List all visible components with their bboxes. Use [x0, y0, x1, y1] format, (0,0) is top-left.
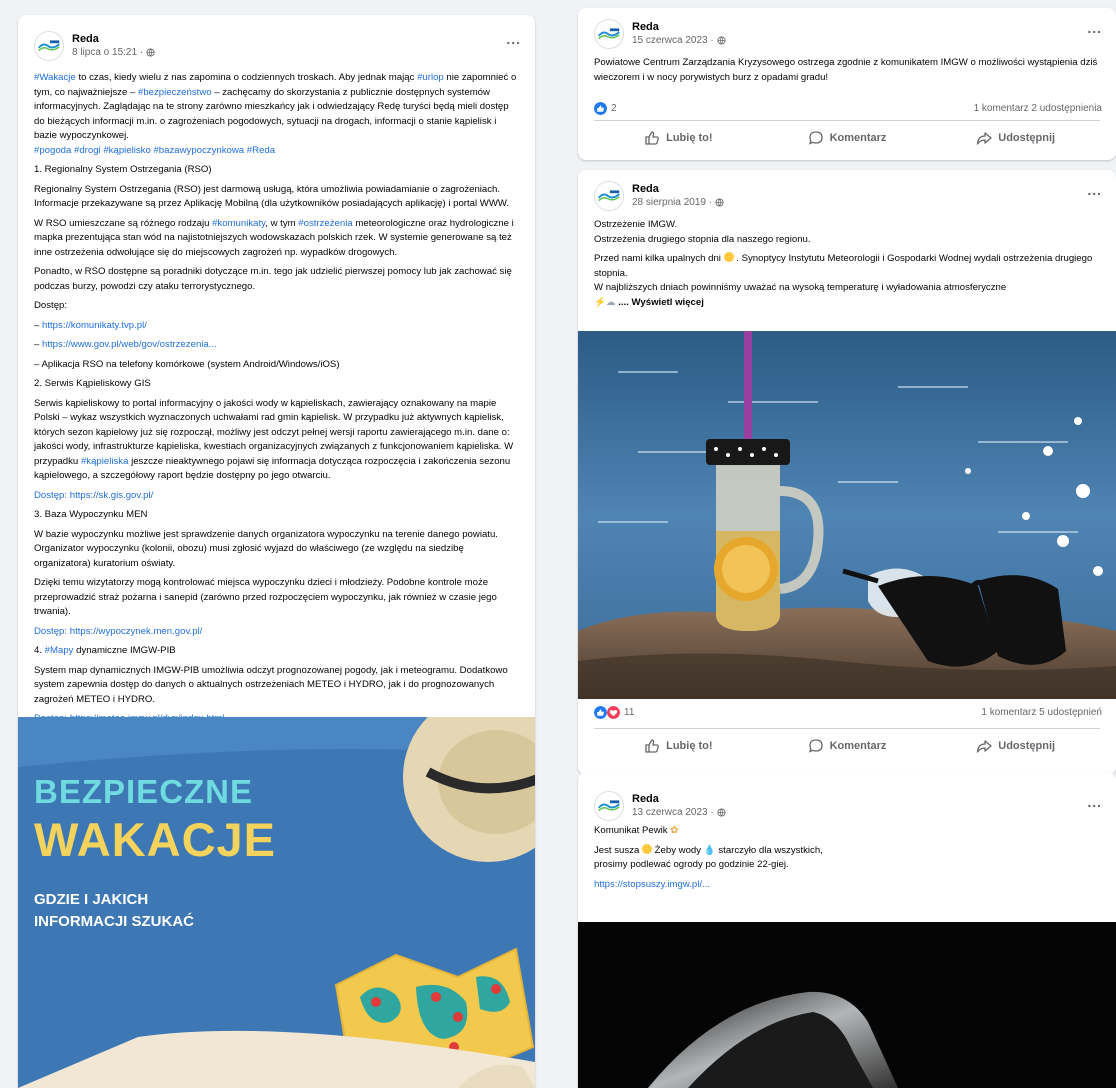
post-header: Reda 13 czerwca 2023 · ...: [578, 772, 1116, 824]
post-stats: 11 1 komentarz 5 udostępnień: [578, 700, 1116, 724]
more-options-icon[interactable]: ...: [1087, 794, 1102, 810]
hashtag-link[interactable]: #ostrzeżenia: [298, 218, 352, 229]
post-header: Reda 15 czerwca 2023 · ...: [578, 8, 1116, 52]
post-text: Powiatowe Centrum Zarządzania Kryzysoweg…: [594, 57, 1098, 83]
post-date[interactable]: 13 czerwca 2023 ·: [632, 807, 714, 819]
spray-emoji-icon: ✿: [670, 825, 679, 836]
post-date[interactable]: 28 sierpnia 2019 ·: [632, 197, 712, 209]
paragraph: W bazie wypoczynku możliwe jest sprawdze…: [34, 528, 498, 569]
post-text: Ostrzeżenie IMGW. Ostrzeżenia drugiego s…: [594, 219, 1093, 308]
more-options-icon[interactable]: ...: [1087, 182, 1102, 198]
comment-button[interactable]: Komentarz: [763, 121, 932, 154]
comments-shares-count[interactable]: 1 komentarz 2 udostępnienia: [974, 103, 1102, 114]
like-button[interactable]: Lubię to!: [594, 729, 763, 762]
more-options-icon[interactable]: ...: [506, 31, 521, 47]
banner-subtitle: GDZIE I JAKICH INFORMACJI SZUKAĆ: [34, 891, 194, 930]
paragraph: Regionalny System Ostrzegania (RSO) jest…: [34, 183, 510, 210]
section-title: 3. Baza Wypoczynku MEN: [34, 509, 148, 520]
like-button[interactable]: Lubię to!: [594, 121, 763, 154]
hashtag-link[interactable]: #Mapy: [45, 645, 74, 656]
action-bar: Lubię to! Komentarz Udostępnij: [594, 120, 1100, 154]
sun-emoji-icon: [723, 252, 734, 262]
reaction-count[interactable]: 11: [624, 707, 634, 718]
paragraph: Ponadto, w RSO dostępne są poradniki dot…: [34, 266, 512, 292]
see-more-link[interactable]: .... Wyświetl więcej: [616, 297, 704, 308]
author-name[interactable]: Reda: [632, 793, 726, 806]
access-label: Dostęp:: [34, 300, 68, 311]
banner-title-line1: BEZPIECZNE: [34, 773, 254, 810]
post-photo-water[interactable]: [578, 922, 1116, 1088]
hashtag-link[interactable]: #kąpieliska: [81, 456, 128, 467]
post-stats: 2 1 komentarz 2 udostępnienia: [578, 96, 1116, 120]
globe-icon: [717, 808, 726, 817]
cloud-emoji-icon: ☁: [605, 296, 616, 308]
author-name[interactable]: Reda: [632, 21, 726, 34]
globe-icon: [717, 36, 726, 45]
post-text: Komunikat Pewik ✿ Jest susza Żeby wody 💧…: [578, 824, 1116, 892]
comment-button[interactable]: Komentarz: [763, 729, 932, 762]
jar-photo: [578, 331, 1116, 699]
post-card-storm-warning: Reda 15 czerwca 2023 · ... Powiatowe Cen…: [578, 8, 1116, 160]
page-avatar[interactable]: [594, 181, 624, 211]
section-title: 4. #Mapy dynamiczne IMGW-PIB: [34, 645, 176, 656]
hashtag-link[interactable]: #komunikaty: [212, 218, 265, 229]
link-ostrzezenia[interactable]: https://www.gov.pl/web/gov/ostrzezenia..…: [42, 339, 217, 350]
paragraph: W RSO umieszczane są różnego rodzaju #ko…: [34, 217, 514, 258]
globe-icon: [146, 48, 155, 57]
action-bar: Lubię to! Komentarz Udostępnij: [594, 728, 1100, 762]
post-date[interactable]: 8 lipca o 15:21 ·: [72, 47, 143, 59]
more-options-icon[interactable]: ...: [1087, 20, 1102, 36]
comments-shares-count[interactable]: 1 komentarz 5 udostępnień: [981, 707, 1102, 718]
share-arrow-icon: [976, 130, 992, 146]
post-header: Reda 8 lipca o 15:21 · ...: [18, 15, 535, 65]
thumbs-up-icon: [644, 738, 660, 754]
face-emoji-icon: [642, 843, 652, 854]
thumbs-up-icon: [644, 130, 660, 146]
post-image-banner[interactable]: BEZPIECZNE WAKACJE GDZIE I JAKICH INFORM…: [18, 717, 535, 1088]
hashtag-link[interactable]: #Wakacje: [34, 72, 76, 83]
speech-bubble-icon: [808, 130, 824, 146]
lightning-emoji-icon: ⚡: [594, 296, 606, 308]
share-button[interactable]: Udostępnij: [931, 121, 1100, 154]
section-title: 2. Serwis Kąpieliskowy GIS: [34, 378, 151, 389]
post-card-heat-warning: Reda 28 sierpnia 2019 · ... Ostrzeżenie …: [578, 170, 1116, 775]
link-komunikaty[interactable]: https://komunikaty.tvp.pl/: [42, 320, 147, 331]
page-avatar[interactable]: [594, 19, 624, 49]
paragraph: – Aplikacja RSO na telefony komórkowe (s…: [34, 358, 340, 370]
link-sk-gis[interactable]: Dostęp: https://sk.gis.gov.pl/: [34, 489, 519, 504]
hashtag-link[interactable]: #urlop: [417, 72, 444, 83]
paragraph: Serwis kąpieliskowy to portal informacyj…: [34, 397, 514, 482]
paragraph: Dzięki temu wizytatorzy mogą kontrolować…: [34, 577, 497, 617]
post-date[interactable]: 15 czerwca 2023 ·: [632, 35, 714, 47]
post-photo-jar[interactable]: [578, 331, 1116, 699]
globe-icon: [715, 198, 724, 207]
share-button[interactable]: Udostępnij: [931, 729, 1100, 762]
love-reaction-icon: [607, 706, 620, 719]
author-name[interactable]: Reda: [72, 33, 155, 46]
post-card-drought: Reda 13 czerwca 2023 · ... Komunikat Pew…: [578, 772, 1116, 1088]
share-arrow-icon: [976, 738, 992, 754]
reaction-count[interactable]: 2: [611, 103, 617, 114]
hashtag-link[interactable]: #bezpieczeństwo: [138, 87, 212, 98]
page-avatar[interactable]: [594, 791, 624, 821]
water-photo: [578, 922, 1116, 1088]
post-intro: #Wakacje to czas, kiedy wielu z nas zapo…: [34, 72, 517, 156]
section-title: 1. Regionalny System Ostrzegania (RSO): [34, 164, 212, 175]
hashtag-links[interactable]: #pogoda #drogi #kąpielisko #bazawypoczyn…: [34, 145, 275, 156]
page-avatar[interactable]: [34, 31, 64, 61]
link-stopsuszy[interactable]: https://stopsuszy.imgw.pl/...: [594, 878, 1100, 893]
post-header: Reda 28 sierpnia 2019 · ...: [578, 170, 1116, 214]
droplet-emoji-icon: 💧: [703, 844, 716, 856]
link-wypoczynek[interactable]: Dostęp: https://wypoczynek.men.gov.pl/: [34, 625, 519, 640]
post-card-summer-safety: Reda 8 lipca o 15:21 · ... #Wakacje to c…: [18, 15, 535, 1088]
speech-bubble-icon: [808, 738, 824, 754]
banner-title-line2: WAKACJE: [34, 813, 277, 866]
post-body: #Wakacje to czas, kiedy wielu z nas zapo…: [18, 65, 535, 727]
like-reaction-icon: [594, 102, 607, 115]
author-name[interactable]: Reda: [632, 183, 724, 196]
like-reaction-icon: [594, 706, 607, 719]
paragraph: System map dynamicznych IMGW-PIB umożliw…: [34, 664, 508, 705]
